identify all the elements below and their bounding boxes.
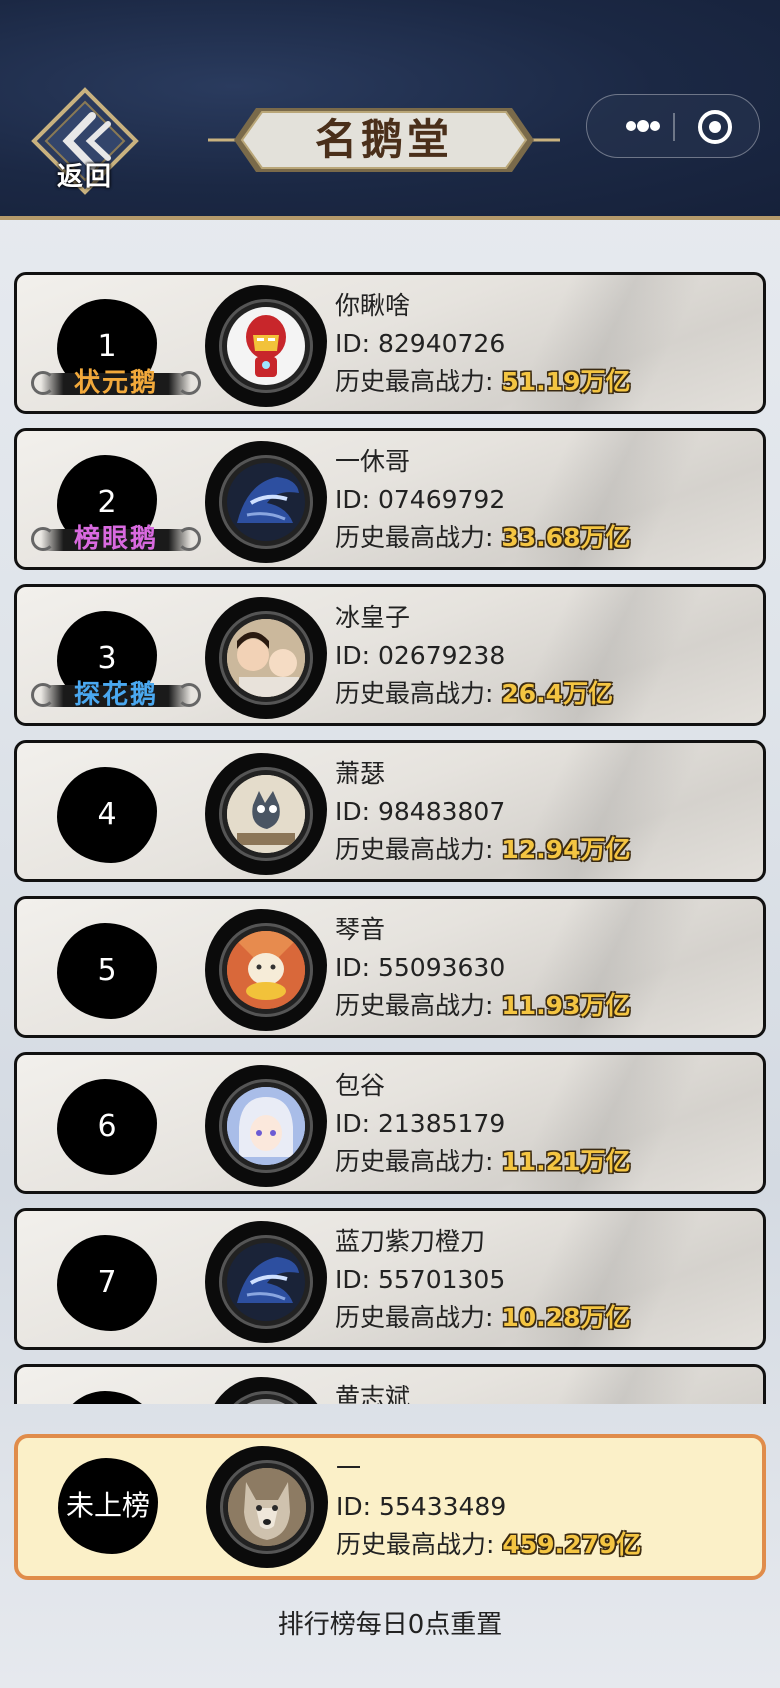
player-id: ID: 02679238 <box>335 641 506 670</box>
reset-notice: 排行榜每日0点重置 <box>277 1610 503 1640</box>
ranking-row[interactable]: 黄志斌 <box>14 1364 766 1404</box>
power-value: 11.93万亿 <box>501 991 631 1020</box>
kids-photo-avatar-icon <box>227 619 305 697</box>
power-row: 历史最高战力: 51.19万亿 <box>335 363 755 401</box>
avatar[interactable] <box>205 1065 327 1187</box>
close-miniprogram-button[interactable] <box>695 107 735 147</box>
player-id: ID: 98483807 <box>335 797 506 826</box>
wolf-avatar-icon <box>228 1468 306 1546</box>
rank-title-banner: 状元鹅 <box>31 363 201 403</box>
power-value: 33.68万亿 <box>501 523 631 552</box>
player-id: ID: 07469792 <box>335 485 506 514</box>
ranking-row[interactable]: 2 榜眼鹅 一休哥 ID: 07469792 历史最高战力: 33.68万亿 <box>14 428 766 570</box>
ranking-row[interactable]: 4 萧瑟 ID: 98483807 历史最高战力: 12.94万亿 <box>14 740 766 882</box>
player-name: 冰皇子 <box>335 603 411 632</box>
lucky-cat-avatar-icon <box>227 931 305 1009</box>
power-row: 历史最高战力: 10.28万亿 <box>335 1299 755 1337</box>
more-dots-icon <box>626 120 660 132</box>
header-bar: 返回 名鹅堂 <box>0 0 780 220</box>
power-value: 10.28万亿 <box>501 1303 631 1332</box>
my-rank-card[interactable]: 未上榜 一 ID: 55433489 历史最高战力: 459.279亿 <box>14 1434 766 1580</box>
power-label: 历史最高战力: <box>335 1147 494 1176</box>
power-value: 12.94万亿 <box>501 835 631 864</box>
power-label: 历史最高战力: <box>335 367 494 396</box>
player-id: ID: 55701305 <box>335 1265 506 1294</box>
rank-number: 7 <box>97 1265 117 1300</box>
ninja-avatar-icon <box>227 463 305 541</box>
power-row: 历史最高战力: 11.93万亿 <box>335 987 755 1025</box>
rank-number: 5 <box>97 953 117 988</box>
power-row: 历史最高战力: 33.68万亿 <box>335 519 755 557</box>
my-rank-status: 未上榜 <box>65 1489 150 1522</box>
rank-title: 探花鹅 <box>73 680 158 710</box>
power-row: 历史最高战力: 11.21万亿 <box>335 1143 755 1181</box>
power-label: 历史最高战力: <box>335 835 494 864</box>
page-title-plaque: 名鹅堂 <box>208 104 560 176</box>
rank-title-banner: 探花鹅 <box>31 675 201 715</box>
rank-number: 4 <box>97 797 117 832</box>
avatar[interactable] <box>205 753 327 875</box>
more-menu-button[interactable] <box>613 95 673 157</box>
ranking-row[interactable]: 6 包谷 ID: 21385179 历史最高战力: 11.21万亿 <box>14 1052 766 1194</box>
avatar[interactable] <box>205 1377 327 1404</box>
player-name: 蓝刀紫刀橙刀 <box>335 1227 486 1256</box>
my-power-label: 历史最高战力: <box>336 1530 495 1559</box>
avatar[interactable] <box>205 441 327 563</box>
ranking-row[interactable]: 5 琴音 ID: 55093630 历史最高战力: 11.93万亿 <box>14 896 766 1038</box>
power-row: 历史最高战力: 12.94万亿 <box>335 831 755 869</box>
player-name: 黄志斌 <box>335 1383 411 1404</box>
avatar[interactable] <box>205 1221 327 1343</box>
player-name: 包谷 <box>335 1071 386 1100</box>
back-label: 返回 <box>56 162 113 192</box>
ranking-row[interactable]: 7 蓝刀紫刀橙刀 ID: 55701305 历史最高战力: 10.28万亿 <box>14 1208 766 1350</box>
player-name: 你瞅啥 <box>335 291 411 320</box>
avatar[interactable] <box>205 597 327 719</box>
my-name: 一 <box>336 1454 362 1483</box>
rank-title: 状元鹅 <box>73 368 158 398</box>
anime-girl-avatar-icon <box>227 1087 305 1165</box>
power-row: 历史最高战力: 26.4万亿 <box>335 675 755 713</box>
my-power-value: 459.279亿 <box>502 1530 642 1559</box>
my-avatar[interactable] <box>206 1446 328 1568</box>
rank-title-banner: 榜眼鹅 <box>31 519 201 559</box>
rank-ink-blob <box>57 1391 157 1404</box>
page-title: 名鹅堂 <box>314 115 453 164</box>
player-name: 一休哥 <box>335 447 411 476</box>
ranking-list[interactable]: 1 状元鹅 你瞅啥 ID: 82940726 历史最高战力: 51.19万亿 2… <box>0 222 780 1404</box>
my-id: ID: 55433489 <box>336 1492 507 1521</box>
power-label: 历史最高战力: <box>335 679 494 708</box>
capsule-divider <box>673 113 675 141</box>
power-label: 历史最高战力: <box>335 991 494 1020</box>
player-name: 琴音 <box>335 915 386 944</box>
ninja-avatar-icon <box>227 1243 305 1321</box>
close-circle-icon <box>698 110 732 144</box>
power-label: 历史最高战力: <box>335 1303 494 1332</box>
ranking-row[interactable]: 3 探花鹅 冰皇子 ID: 02679238 历史最高战力: 26.4万亿 <box>14 584 766 726</box>
miniprogram-capsule <box>586 94 760 158</box>
player-name: 萧瑟 <box>335 759 386 788</box>
power-value: 26.4万亿 <box>501 679 614 708</box>
avatar[interactable] <box>205 285 327 407</box>
gray-avatar-icon <box>227 1399 305 1404</box>
power-label: 历史最高战力: <box>335 523 494 552</box>
power-value: 11.21万亿 <box>501 1147 631 1176</box>
iron-man-avatar-icon <box>227 307 305 385</box>
my-power-row: 历史最高战力: 459.279亿 <box>336 1526 756 1564</box>
cartoon-cat-avatar-icon <box>227 775 305 853</box>
back-button[interactable]: 返回 <box>30 86 140 196</box>
power-value: 51.19万亿 <box>501 367 631 396</box>
player-id: ID: 21385179 <box>335 1109 506 1138</box>
ranking-row[interactable]: 1 状元鹅 你瞅啥 ID: 82940726 历史最高战力: 51.19万亿 <box>14 272 766 414</box>
player-id: ID: 55093630 <box>335 953 506 982</box>
rank-title: 榜眼鹅 <box>73 524 158 554</box>
rank-number: 6 <box>97 1109 117 1144</box>
player-id: ID: 82940726 <box>335 329 506 358</box>
avatar[interactable] <box>205 909 327 1031</box>
